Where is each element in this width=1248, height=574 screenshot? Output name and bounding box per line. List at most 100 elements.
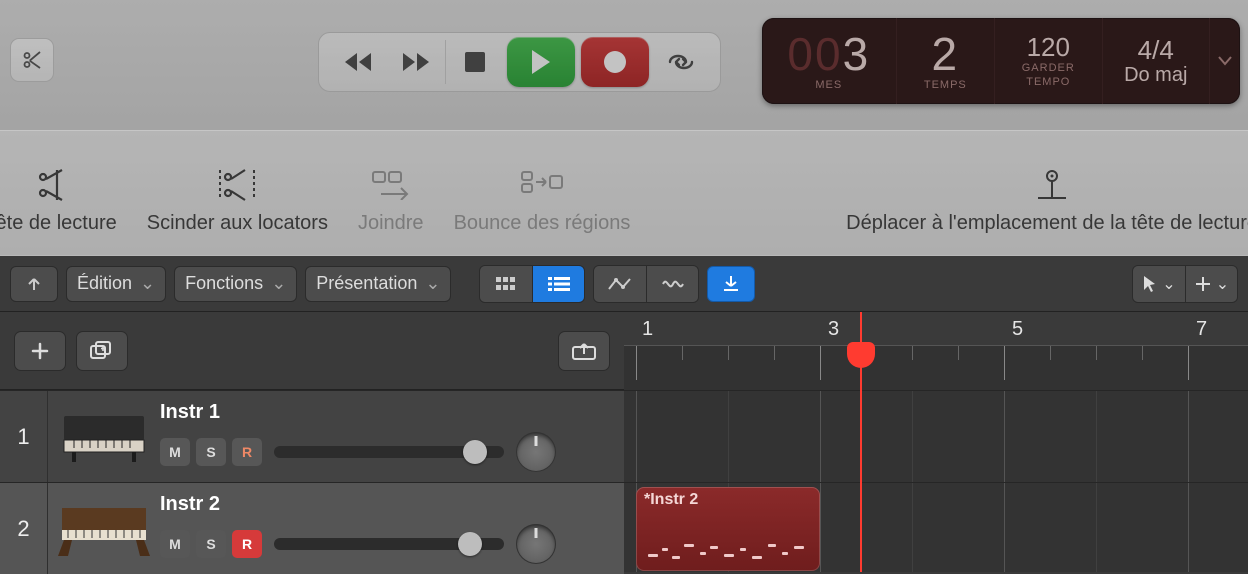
lcd-display[interactable]: 003 MES 2 TEMPS 120 GARDER TEMPO 4/4 Do … — [762, 18, 1240, 104]
midi-preview — [644, 531, 812, 561]
join-regions-button[interactable]: Joindre — [358, 164, 424, 235]
transport-toolbar: 003 MES 2 TEMPS 120 GARDER TEMPO 4/4 Do … — [0, 0, 1248, 130]
electric-piano-icon — [58, 410, 150, 464]
arrange-row-1[interactable] — [624, 390, 1248, 482]
track-instrument-icon — [54, 494, 154, 564]
track-number: 2 — [0, 483, 48, 574]
list-view-button[interactable] — [532, 266, 584, 302]
scissors-icon — [20, 48, 44, 72]
volume-slider[interactable] — [274, 446, 504, 458]
cycle-button[interactable] — [652, 32, 710, 92]
automation-curve-button[interactable] — [594, 266, 646, 302]
play-icon — [530, 49, 552, 75]
pan-knob[interactable] — [516, 432, 556, 472]
split-at-playhead-button[interactable]: tête de lecture — [0, 164, 117, 235]
lcd-tempo[interactable]: 120 — [1027, 34, 1070, 60]
lcd-settings-chevron[interactable] — [1210, 18, 1240, 104]
forward-button[interactable] — [387, 32, 445, 92]
track-header-strip — [0, 312, 624, 390]
pointer-tool-button[interactable]: ⌄ — [1133, 266, 1185, 302]
track-name[interactable]: Instr 2 — [160, 493, 614, 516]
arrow-up-icon — [25, 275, 43, 293]
lcd-bar: 3 — [843, 28, 871, 80]
record-arm-button[interactable]: R — [232, 438, 262, 466]
flex-button[interactable] — [646, 266, 698, 302]
cycle-icon — [666, 51, 696, 73]
lcd-bar-label: MES — [815, 79, 842, 91]
presentation-menu[interactable]: Présentation⌄ — [305, 266, 451, 302]
split-playhead-label: tête de lecture — [0, 212, 117, 235]
tracks-toolbar: Édition⌄ Fonctions⌄ Présentation⌄ ⌄ ⌄ — [0, 256, 1248, 312]
presentation-label: Présentation — [316, 273, 417, 294]
global-tracks-button[interactable] — [558, 331, 610, 371]
plus-icon — [30, 341, 50, 361]
move-playhead-label: Déplacer à l'emplacement de la tête de l… — [846, 212, 1248, 235]
fonctions-menu[interactable]: Fonctions⌄ — [174, 266, 297, 302]
flex-icon — [661, 277, 685, 291]
mute-button[interactable]: M — [160, 530, 190, 558]
track-name[interactable]: Instr 1 — [160, 401, 614, 424]
edition-menu[interactable]: Édition⌄ — [66, 266, 166, 302]
split-locators-icon — [214, 168, 260, 202]
lcd-tempo-mode: GARDER — [1022, 62, 1075, 74]
pointer-icon — [1142, 275, 1158, 293]
record-icon — [603, 50, 627, 74]
move-playhead-icon — [1032, 168, 1072, 202]
track-header-1[interactable]: 1 Instr 1 M S R — [0, 390, 624, 482]
add-track-button[interactable] — [14, 331, 66, 371]
collapse-up-button[interactable] — [10, 266, 58, 302]
arrange-row-2[interactable]: *Instr 2 — [624, 482, 1248, 574]
record-button[interactable] — [581, 37, 649, 87]
volume-slider[interactable] — [274, 538, 504, 550]
fonctions-label: Fonctions — [185, 273, 263, 294]
join-icon — [371, 170, 411, 200]
automation-icon — [608, 277, 632, 291]
view-mode-segment — [479, 265, 585, 303]
bounce-regions-button[interactable]: Bounce des régions — [454, 164, 631, 235]
catch-playhead-button[interactable] — [707, 266, 755, 302]
plus-icon — [1194, 275, 1212, 293]
arrange-area[interactable]: *Instr 2 — [624, 390, 1248, 572]
split-locators-label: Scinder aux locators — [147, 212, 328, 235]
solo-button[interactable]: S — [196, 438, 226, 466]
lcd-signature[interactable]: 4/4 — [1138, 37, 1174, 63]
record-arm-button[interactable]: R — [232, 530, 262, 558]
bounce-icon — [520, 170, 564, 200]
edition-label: Édition — [77, 273, 132, 294]
lcd-bar-prefix: 00 — [787, 28, 842, 80]
cut-tool-button[interactable] — [10, 38, 54, 82]
grid-icon — [496, 277, 516, 291]
bounce-label: Bounce des régions — [454, 212, 631, 235]
region-title: *Instr 2 — [644, 491, 812, 509]
stop-button[interactable] — [446, 32, 504, 92]
chevron-down-icon — [1218, 56, 1232, 66]
timeline-ruler[interactable]: 1 3 5 7 — [624, 312, 1248, 390]
track-number: 1 — [0, 391, 48, 482]
split-at-locators-button[interactable]: Scinder aux locators — [147, 164, 328, 235]
grid-view-button[interactable] — [480, 266, 532, 302]
track-instrument-icon — [54, 402, 154, 472]
midi-region[interactable]: *Instr 2 — [636, 487, 820, 571]
play-button[interactable] — [507, 37, 575, 87]
join-label: Joindre — [358, 212, 424, 235]
transport-controls — [318, 32, 721, 92]
solo-button[interactable]: S — [196, 530, 226, 558]
pan-knob[interactable] — [516, 524, 556, 564]
organ-icon — [54, 498, 154, 560]
move-to-playhead-button[interactable]: Déplacer à l'emplacement de la tête de l… — [846, 164, 1248, 235]
forward-icon — [399, 51, 433, 73]
tool-selector: ⌄ ⌄ — [1132, 265, 1238, 303]
catch-icon — [721, 274, 741, 294]
secondary-tool-button[interactable]: ⌄ — [1185, 266, 1237, 302]
ruler-mark: 1 — [642, 318, 653, 341]
duplicate-track-button[interactable] — [76, 331, 128, 371]
lcd-key[interactable]: Do maj — [1124, 65, 1187, 85]
track-header-2[interactable]: 2 Instr 2 M S R — [0, 482, 624, 574]
mute-button[interactable]: M — [160, 438, 190, 466]
rewind-button[interactable] — [329, 32, 387, 92]
lcd-beat-label: TEMPS — [924, 79, 967, 91]
region-edit-toolbar: tête de lecture Scinder aux locators Joi… — [0, 130, 1248, 256]
ruler-mark: 3 — [828, 318, 839, 341]
duplicate-icon — [90, 341, 114, 361]
automation-segment — [593, 265, 699, 303]
